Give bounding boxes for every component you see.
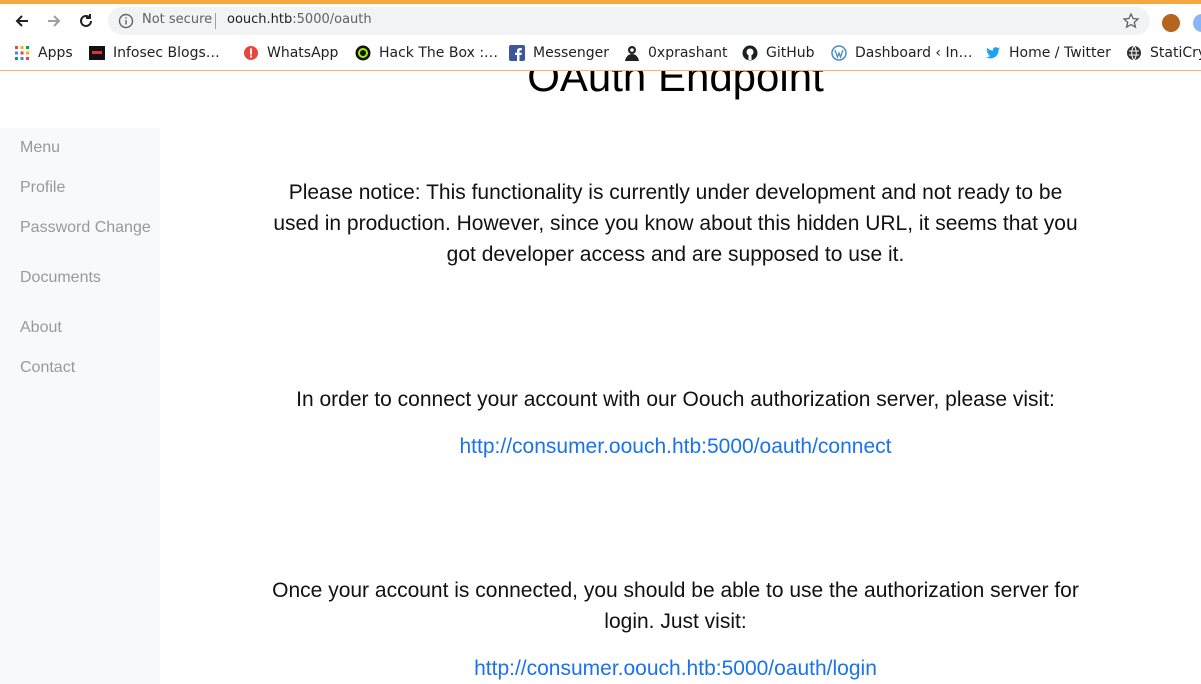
info-icon[interactable] bbox=[118, 13, 134, 29]
hackthebox-icon bbox=[355, 45, 371, 61]
sidebar-item-contact[interactable]: Contact bbox=[20, 359, 75, 377]
bookmarks-bar: Apps Infosec Blogs… WhatsApp Hack The Bo… bbox=[0, 38, 1201, 71]
facebook-icon bbox=[509, 45, 525, 61]
url-path: :5000/oauth bbox=[292, 12, 372, 27]
twitter-icon bbox=[985, 45, 1001, 61]
sidebar-item-documents[interactable]: Documents bbox=[20, 269, 101, 287]
bookmark-label: StatiCry bbox=[1150, 45, 1201, 61]
bookmark-label: Dashboard ‹ In… bbox=[855, 45, 973, 61]
url-text[interactable]: oouch.htb:5000/oauth bbox=[227, 12, 372, 27]
development-notice: Please notice: This functionality is cur… bbox=[273, 181, 1078, 266]
not-secure-label: Not secure bbox=[142, 12, 213, 27]
bookmark-staticry[interactable]: StatiCry bbox=[1126, 45, 1201, 61]
extension-icon[interactable] bbox=[1193, 14, 1201, 32]
bookmark-github[interactable]: GitHub bbox=[742, 45, 815, 61]
url-host: oouch.htb bbox=[227, 12, 293, 27]
login-instructions: Once your account is connected, you shou… bbox=[272, 579, 1079, 633]
address-separator bbox=[215, 13, 216, 29]
cookie-extension-icon[interactable] bbox=[1162, 14, 1180, 32]
connect-link[interactable]: http://consumer.oouch.htb:5000/oauth/con… bbox=[160, 435, 1191, 459]
forward-button[interactable] bbox=[41, 8, 67, 34]
whatsapp-icon bbox=[243, 45, 259, 61]
reload-button[interactable] bbox=[73, 8, 99, 34]
browser-toolbar: Not secure oouch.htb:5000/oauth bbox=[0, 4, 1201, 38]
bookmark-infosec[interactable]: Infosec Blogs… bbox=[89, 45, 220, 61]
sidebar-item-menu[interactable]: Menu bbox=[20, 139, 60, 157]
infosec-icon bbox=[89, 45, 105, 61]
bookmark-label: Messenger bbox=[533, 45, 610, 61]
sidebar-item-about[interactable]: About bbox=[20, 319, 62, 337]
login-link[interactable]: http://consumer.oouch.htb:5000/oauth/log… bbox=[160, 657, 1191, 681]
page-content: OAuth Endpoint Menu Profile Password Cha… bbox=[0, 71, 1201, 684]
address-bar[interactable]: Not secure oouch.htb:5000/oauth bbox=[108, 7, 1150, 35]
bookmark-label: Home / Twitter bbox=[1009, 45, 1111, 61]
sidebar-menu: Menu Profile Password Change Documents A… bbox=[0, 128, 160, 684]
globe-icon bbox=[1126, 45, 1142, 61]
page-title: OAuth Endpoint bbox=[527, 71, 824, 100]
github-icon bbox=[742, 45, 758, 61]
apps-grid-icon bbox=[14, 45, 30, 61]
connect-instructions: In order to connect your account with ou… bbox=[296, 388, 1055, 411]
bookmark-label: 0xprashant bbox=[648, 45, 728, 61]
bookmark-label: Infosec Blogs… bbox=[113, 45, 220, 61]
bookmark-twitter[interactable]: Home / Twitter bbox=[985, 45, 1111, 61]
wordpress-icon bbox=[831, 45, 847, 61]
bookmark-messenger[interactable]: Messenger bbox=[509, 45, 609, 61]
bookmark-whatsapp[interactable]: WhatsApp bbox=[243, 45, 338, 61]
bookmark-label: Apps bbox=[38, 45, 73, 61]
bookmark-0xprashant[interactable]: 0xprashant bbox=[624, 45, 728, 61]
sidebar-item-password-change[interactable]: Password Change bbox=[20, 219, 151, 237]
bookmark-star-icon[interactable] bbox=[1122, 12, 1140, 30]
back-button[interactable] bbox=[9, 8, 35, 34]
bookmark-label: WhatsApp bbox=[267, 45, 339, 61]
reload-icon bbox=[80, 14, 92, 27]
bookmark-label: GitHub bbox=[766, 45, 815, 61]
sidebar-item-profile[interactable]: Profile bbox=[20, 179, 65, 197]
arrow-left-icon bbox=[15, 15, 28, 27]
bookmark-dashboard[interactable]: Dashboard ‹ In… bbox=[831, 45, 972, 61]
bookmark-label: Hack The Box :… bbox=[379, 45, 499, 61]
bookmark-apps[interactable]: Apps bbox=[14, 45, 73, 61]
bookmark-hackthebox[interactable]: Hack The Box :… bbox=[355, 45, 498, 61]
avatar-icon bbox=[624, 45, 640, 61]
arrow-right-icon bbox=[48, 15, 61, 27]
